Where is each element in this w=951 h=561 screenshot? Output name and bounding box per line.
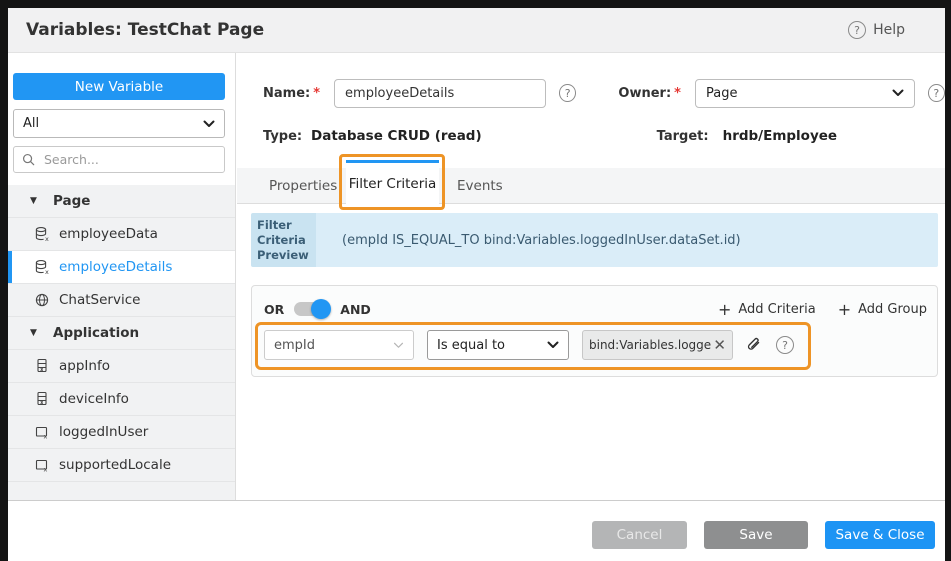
variables-dialog: Variables: TestChat Page ? Help New Vari… [8, 8, 945, 561]
required-marker: * [674, 86, 681, 101]
target-label: Target: [657, 129, 709, 144]
name-input[interactable] [334, 79, 546, 108]
owner-help-icon[interactable]: ? [928, 84, 945, 102]
chevron-down-icon [203, 120, 215, 128]
variable-filter-value: All [23, 116, 39, 131]
chevron-down-icon: ▼ [30, 196, 46, 206]
variable-filter-select[interactable]: All [13, 109, 225, 138]
variable-icon: x [34, 457, 50, 473]
chevron-down-icon [393, 342, 404, 349]
model-icon: x [34, 358, 50, 374]
filter-criteria-preview-label: Filter Criteria Preview [251, 213, 316, 267]
database-icon: x [34, 259, 50, 275]
sidebar-item-supportedlocale[interactable]: x supportedLocale [8, 449, 235, 482]
owner-select[interactable]: Page [695, 79, 915, 108]
field-value: empId [274, 338, 315, 353]
or-and-toggle[interactable] [294, 302, 328, 316]
help-label: Help [873, 22, 905, 38]
name-help-icon[interactable]: ? [559, 84, 576, 102]
toggle-knob [311, 299, 331, 319]
variables-sidebar: New Variable All ▼ Page x employeeData [8, 53, 236, 500]
variables-list: ▼ Page x employeeData x employeeDetails … [8, 185, 235, 500]
help-button[interactable]: ? Help [848, 21, 905, 39]
svg-text:x: x [44, 433, 48, 441]
dialog-title: Variables: TestChat Page [8, 20, 264, 40]
chevron-down-icon [892, 89, 904, 97]
sidebar-item-deviceinfo[interactable]: x deviceInfo [8, 383, 235, 416]
database-icon: x [34, 226, 50, 242]
add-criteria-button[interactable]: + Add Criteria [718, 300, 816, 319]
search-input[interactable] [42, 151, 216, 168]
help-icon: ? [848, 21, 866, 39]
new-variable-button[interactable]: New Variable [13, 73, 225, 100]
sidebar-item-employeedetails[interactable]: x employeeDetails [8, 251, 235, 284]
dialog-header: Variables: TestChat Page ? Help [8, 8, 945, 53]
bound-value-chip[interactable]: bind:Variables.loggedInU ✕ [582, 330, 733, 360]
operator-select[interactable]: Is equal to [427, 330, 569, 360]
chevron-down-icon [547, 341, 559, 349]
variable-icon: x [34, 424, 50, 440]
criteria-builder: OR AND + Add Criteria + Add Group empId [251, 285, 938, 377]
sidebar-item-employeedata[interactable]: x employeeData [8, 218, 235, 251]
owner-value: Page [706, 86, 737, 101]
variable-detail-panel: Name:* ? Owner:* Page ? Type: Database C… [237, 53, 945, 500]
model-icon: x [34, 391, 50, 407]
plus-icon: + [718, 300, 731, 319]
clear-value-icon[interactable]: ✕ [713, 336, 726, 354]
sidebar-item-appinfo[interactable]: x appInfo [8, 350, 235, 383]
required-marker: * [313, 86, 320, 101]
cancel-button[interactable]: Cancel [592, 521, 687, 549]
criteria-row: empId Is equal to bind:Variables.loggedI… [264, 330, 794, 360]
sidebar-item-chatservice[interactable]: ChatService [8, 284, 235, 317]
screen: Variables: TestChat Page ? Help New Vari… [0, 0, 951, 561]
save-button[interactable]: Save [704, 521, 808, 549]
bind-paperclip-icon[interactable] [745, 337, 762, 354]
field-select[interactable]: empId [264, 330, 414, 360]
target-value: hrdb/Employee [723, 128, 838, 144]
dialog-footer: Cancel Save Save & Close [8, 500, 945, 561]
tab-bar: Properties Filter Criteria Events [237, 168, 945, 204]
svg-text:x: x [45, 268, 49, 275]
search-icon [22, 153, 35, 166]
svg-text:x: x [44, 466, 48, 474]
filter-criteria-preview-value: (empId IS_EQUAL_TO bind:Variables.logged… [316, 213, 938, 267]
svg-text:x: x [45, 235, 49, 242]
chevron-down-icon: ▼ [30, 328, 46, 338]
or-label: OR [264, 302, 284, 317]
type-value: Database CRUD (read) [311, 128, 482, 144]
variable-search-box[interactable] [13, 146, 225, 173]
bound-value-text: bind:Variables.loggedInU [589, 338, 711, 352]
tab-filter-criteria[interactable]: Filter Criteria [346, 160, 439, 205]
filter-criteria-preview: Filter Criteria Preview (empId IS_EQUAL_… [251, 213, 938, 267]
and-label: AND [340, 302, 371, 317]
sidebar-group-page[interactable]: ▼ Page [8, 185, 235, 218]
name-label: Name:* [263, 86, 320, 101]
owner-label: Owner:* [618, 86, 681, 101]
plus-icon: + [838, 300, 851, 319]
sidebar-item-loggedinuser[interactable]: x loggedInUser [8, 416, 235, 449]
save-and-close-button[interactable]: Save & Close [825, 521, 935, 549]
type-label: Type: [263, 129, 311, 144]
criteria-help-icon[interactable]: ? [776, 336, 794, 354]
tab-events[interactable]: Events [453, 168, 507, 204]
sidebar-group-application[interactable]: ▼ Application [8, 317, 235, 350]
tab-properties[interactable]: Properties [265, 168, 341, 204]
operator-value: Is equal to [437, 338, 505, 353]
web-service-icon [34, 292, 50, 308]
add-group-button[interactable]: + Add Group [838, 300, 927, 319]
